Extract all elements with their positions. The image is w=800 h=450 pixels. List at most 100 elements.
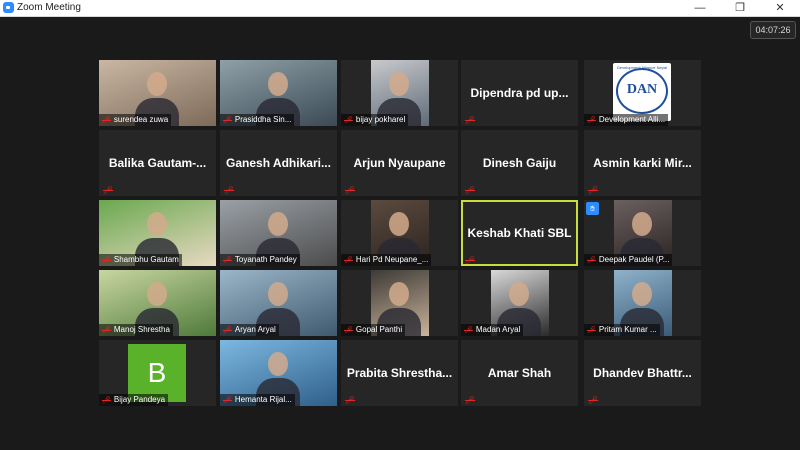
muted-mic-icon: 🎤︎ [587,257,596,264]
participant-tile[interactable]: 🎤︎ Gopal Panthi [341,270,458,336]
participant-name: Balika Gautam-... [108,156,207,170]
participant-tile[interactable]: 🎤︎ surendea zuwa [99,60,216,126]
participant-tile[interactable]: Dipendra pd up... 🎤︎ [461,60,578,126]
person-silhouette-icon [632,212,652,236]
muted-mic-icon: 🎤︎ [223,397,232,404]
participant-name-label: 🎤︎ Hemanta Rijal... [220,394,295,406]
muted-mic-icon: 🎤︎ [344,327,353,334]
person-silhouette-icon [389,72,409,96]
participant-tile[interactable]: B 🎤︎ Bijay Pandeya [99,340,216,406]
participant-name-label: 🎤︎ Hari Pd Neupane_... [341,254,432,266]
participant-name: Shambhu Gautam [113,255,179,264]
title-bar: Zoom Meeting — ❐ ✕ [0,0,800,17]
person-silhouette-icon [268,72,288,96]
participant-name: Hari Pd Neupane_... [355,255,429,264]
participant-name: Hemanta Rijal... [234,395,292,404]
muted-mic-icon: 🎤︎ [345,186,356,195]
participant-tile[interactable]: Arjun Nyaupane 🎤︎ [341,130,458,196]
muted-mic-icon: 🎤︎ [588,396,599,405]
muted-mic-icon: 🎤︎ [223,257,232,264]
person-silhouette-icon [147,72,167,96]
muted-mic-icon: 🎤︎ [223,327,232,334]
muted-mic-icon: 🎤︎ [102,117,111,124]
muted-mic-icon: 🎤︎ [465,186,476,195]
participant-name: Deepak Paudel (P... [598,255,670,264]
participant-tile[interactable]: 🎤︎ Shambhu Gautam [99,200,216,266]
logo-subtitle: Development Alliance Nepal [616,65,668,70]
participant-name: Pritam Kumar ... [598,325,657,334]
participant-tile[interactable]: 🎤︎ Toyanath Pandey [220,200,337,266]
participant-name-label: 🎤︎ Aryan Aryal [220,324,279,336]
participant-name-label: 🎤︎ Gopal Panthi [341,324,406,336]
muted-mic-icon: 🎤︎ [587,117,596,124]
participant-tile[interactable]: Asmin karki Mir... 🎤︎ [584,130,701,196]
participant-tile[interactable]: DAN Development Alliance Nepal 🎤︎ Developme… [584,60,701,126]
participant-name: Bijay Pandeya [113,395,166,404]
participant-tile[interactable]: Ganesh Adhikari... 🎤︎ [220,130,337,196]
muted-mic-icon: 🎤︎ [102,257,111,264]
raised-hand-icon: ✋︎ [586,202,599,215]
participant-tile[interactable]: ✋︎ 🎤︎ Deepak Paudel (P... [584,200,701,266]
participant-tile[interactable]: Amar Shah 🎤︎ [461,340,578,406]
participant-name-label: 🎤︎ Deepak Paudel (P... [584,254,673,266]
participant-tile[interactable]: Prabita Shrestha... 🎤︎ [341,340,458,406]
participant-name: Prabita Shrestha... [346,366,453,380]
muted-mic-icon: 🎤︎ [345,396,356,405]
restore-button[interactable]: ❐ [720,0,760,16]
participant-name: Development Alli... [598,115,666,124]
participant-tile[interactable]: 🎤︎ Aryan Aryal [220,270,337,336]
participant-name: Gopal Panthi [355,325,403,334]
person-silhouette-icon [389,212,409,236]
participant-name: Prasiddha Sin... [234,115,292,124]
person-silhouette-icon [632,282,652,306]
muted-mic-icon: 🎤︎ [344,117,353,124]
participant-name-label: 🎤︎ Development Alli... [584,114,669,126]
participant-tile[interactable]: 🎤︎ bijay pokharel [341,60,458,126]
muted-mic-icon: 🎤︎ [465,116,476,125]
participant-name-label: 🎤︎ surendea zuwa [99,114,172,126]
participant-tile[interactable]: Dhandev Bhattr... 🎤︎ [584,340,701,406]
person-silhouette-icon [268,282,288,306]
participant-tile[interactable]: 🎤︎ Hari Pd Neupane_... [341,200,458,266]
participant-tile[interactable]: Balika Gautam-... 🎤︎ [99,130,216,196]
participant-tile[interactable]: Keshab Khati SBL 🎤︎ [461,200,578,266]
muted-mic-icon: 🎤︎ [223,117,232,124]
minimize-button[interactable]: — [680,0,720,16]
person-silhouette-icon [268,212,288,236]
participant-tile[interactable]: 🎤︎ Prasiddha Sin... [220,60,337,126]
meeting-timer: 04:07:26 [750,21,796,39]
participant-name-label: 🎤︎ Shambhu Gautam [99,254,182,266]
participant-name: Keshab Khati SBL [467,226,572,240]
muted-mic-icon: 🎤︎ [588,186,599,195]
participant-name: Ganesh Adhikari... [226,156,331,170]
participant-name: Amar Shah [487,366,552,380]
participant-tile[interactable]: 🎤︎ Pritam Kumar ... [584,270,701,336]
participant-name-label: 🎤︎ Toyanath Pandey [220,254,300,266]
person-silhouette-icon [147,282,167,306]
window-title: Zoom Meeting [17,2,81,13]
close-button[interactable]: ✕ [760,0,800,16]
muted-mic-icon: 🎤︎ [464,327,473,334]
participant-name: Dipendra pd up... [470,86,569,100]
participant-name: Asmin karki Mir... [593,156,692,170]
muted-mic-icon: 🎤︎ [102,397,111,404]
person-silhouette-icon [389,282,409,306]
participant-name: Dhandev Bhattr... [593,366,692,380]
participant-name: Dinesh Gaiju [482,156,557,170]
zoom-app-icon [3,2,14,13]
participant-tile[interactable]: 🎤︎ Hemanta Rijal... [220,340,337,406]
muted-mic-icon: 🎤︎ [224,186,235,195]
muted-mic-icon: 🎤︎ [344,257,353,264]
participant-name: Madan Aryal [475,325,521,334]
participant-name: bijay pokharel [355,115,406,124]
participant-name-label: 🎤︎ Bijay Pandeya [99,394,169,406]
participant-name-label: 🎤︎ bijay pokharel [341,114,409,126]
muted-mic-icon: 🎤︎ [465,396,476,405]
participant-tile[interactable]: 🎤︎ Manoj Shrestha [99,270,216,336]
participant-tile[interactable]: Dinesh Gaiju 🎤︎ [461,130,578,196]
participant-tile[interactable]: 🎤︎ Madan Aryal [461,270,578,336]
person-silhouette-icon [268,352,288,376]
participant-name: Manoj Shrestha [113,325,170,334]
participant-name-label: 🎤︎ Manoj Shrestha [99,324,173,336]
participant-name: surendea zuwa [113,115,169,124]
